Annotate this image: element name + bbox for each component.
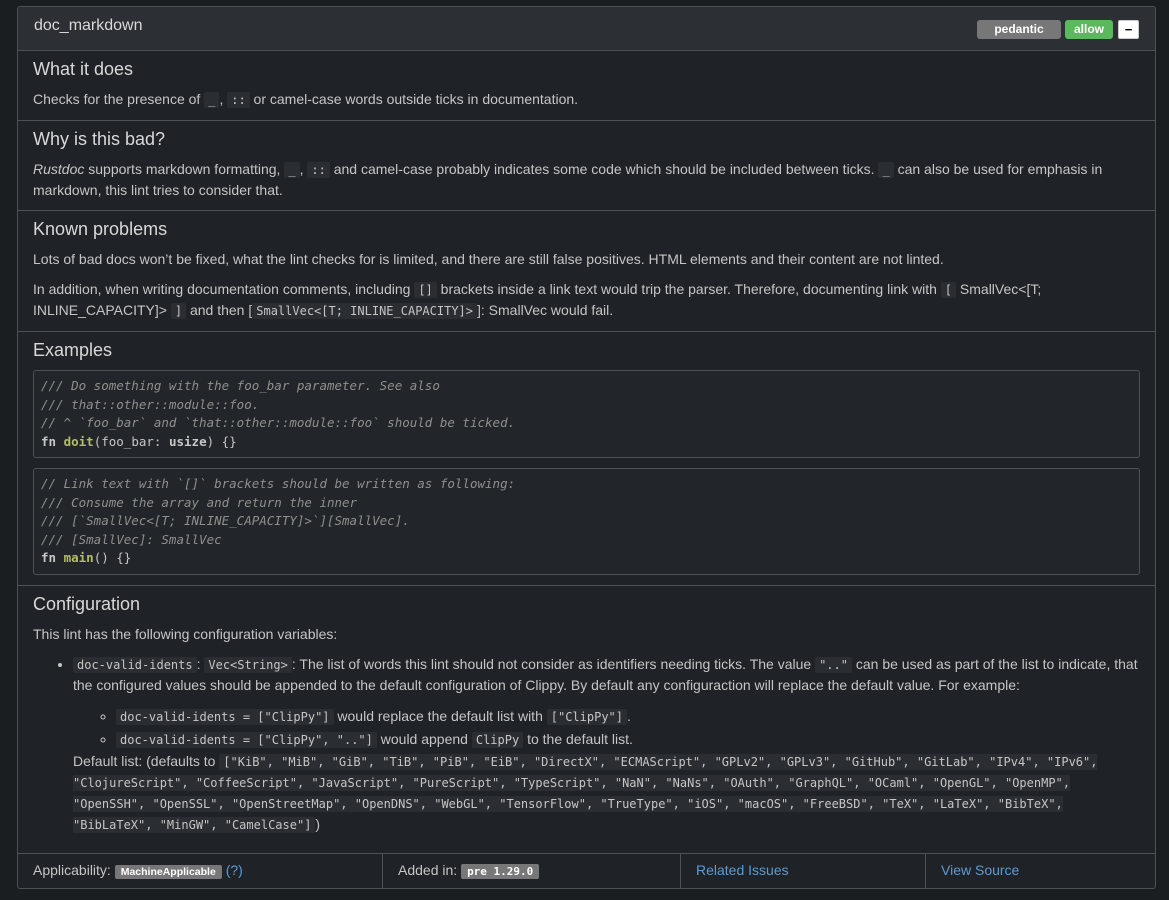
paragraph: Lots of bad docs won’t be fixed, what th…	[33, 251, 944, 267]
inline-code: doc-valid-idents	[73, 656, 197, 673]
lint-title: doc_markdown	[34, 17, 143, 34]
text: Default list: (defaults to	[73, 752, 220, 769]
section-heading: Known problems	[33, 219, 168, 239]
added-in-cell: Added in: pre 1.29.0	[383, 854, 681, 888]
inline-code: []	[414, 282, 437, 298]
lint-badges: pedantic allow −	[977, 20, 1139, 39]
paragraph: This lint has the following configuratio…	[33, 625, 338, 642]
paragraph: Rustdoc supports markdown formatting, _,…	[33, 159, 1140, 200]
inline-code: doc-valid-idents = ["ClipPy"]	[116, 708, 334, 725]
code-comment: /// [`SmallVec<[T; INLINE_CAPACITY]>`][S…	[41, 513, 410, 528]
text: to the default list.	[523, 730, 633, 747]
list-item: doc-valid-idents: Vec<String>: The list …	[73, 654, 1140, 835]
section-heading: Configuration	[33, 593, 141, 614]
group-badge: pedantic	[977, 20, 1061, 39]
code-comment: /// that::other::module::foo.	[41, 396, 260, 412]
view-source-cell: View Source	[926, 854, 1155, 888]
inline-code: Vec<String>	[204, 656, 292, 673]
code-comment: /// Do something with the foo_bar parame…	[41, 378, 440, 393]
code-comment: /// Consume the array and return the inn…	[41, 494, 358, 510]
level-badge: allow	[1065, 20, 1113, 39]
text: In addition, when writing documentation …	[33, 281, 415, 297]
text: and then [	[186, 302, 253, 318]
code-comment: /// [SmallVec]: SmallVec	[41, 531, 222, 547]
text: would replace the default list with	[333, 707, 547, 724]
related-issues-link[interactable]: Related Issues	[696, 862, 789, 878]
section-configuration: Configuration This lint has the followin…	[18, 586, 1155, 845]
section-heading: What it does	[33, 59, 134, 79]
inline-code: ".."	[815, 656, 852, 673]
inline-code: _	[878, 162, 894, 178]
default-list: Default list: (defaults to ["KiB", "MiB"…	[73, 751, 1140, 835]
code-text: (foo_bar:	[93, 433, 169, 449]
inline-code: ]	[170, 303, 187, 319]
code-text: () {}	[93, 550, 132, 565]
lint-footer: Applicability: MachineApplicable (?) Add…	[18, 853, 1155, 888]
code-function: doit	[63, 433, 94, 449]
related-issues-cell: Related Issues	[681, 854, 926, 888]
code-block: /// Do something with the foo_bar parame…	[33, 370, 1140, 458]
config-example-list: doc-valid-idents = ["ClipPy"] would repl…	[73, 705, 1140, 751]
code-block: // Link text with `[]` brackets should b…	[33, 468, 1140, 575]
section-heading: Why is this bad?	[33, 129, 166, 149]
inline-code: [	[940, 282, 957, 298]
section-why-bad: Why is this bad? Rustdoc supports markdo…	[18, 121, 1155, 211]
inline-code: ::	[227, 92, 250, 108]
version-badge: pre 1.29.0	[461, 864, 540, 879]
text: : The list of words this lint should not…	[291, 655, 816, 672]
inline-code: _	[284, 162, 300, 178]
section-what-it-does: What it does Checks for the presence of …	[18, 51, 1155, 121]
lint-header: doc_markdown pedantic allow −	[18, 7, 1155, 51]
added-in-label: Added in:	[398, 862, 462, 878]
list-item: doc-valid-idents = ["ClipPy", ".."] woul…	[116, 728, 1140, 751]
applicability-badge: MachineApplicable	[114, 865, 222, 879]
list-item: doc-valid-idents = ["ClipPy"] would repl…	[116, 705, 1140, 728]
applicability-cell: Applicability: MachineApplicable (?)	[18, 854, 383, 888]
collapse-toggle-button[interactable]: −	[1118, 20, 1139, 39]
code-keyword: fn	[41, 550, 57, 565]
inline-code: SmallVec<[T; INLINE_CAPACITY]>	[252, 303, 477, 319]
code-function: main	[63, 550, 94, 565]
code-keyword: fn	[41, 433, 57, 449]
inline-code: ["KiB", "MiB", "GiB", "TiB", "PiB", "EiB…	[73, 753, 1098, 833]
section-known-problems: Known problems Lots of bad docs won’t be…	[18, 211, 1155, 332]
applicability-help-link[interactable]: (?)	[226, 862, 243, 878]
section-examples: Examples /// Do something with the foo_b…	[18, 332, 1155, 586]
view-source-link[interactable]: View Source	[941, 862, 1019, 878]
applicability-label: Applicability:	[33, 862, 115, 878]
inline-code: ClipPy	[471, 731, 524, 748]
text: Checks for the presence of	[33, 91, 205, 107]
text: or camel-case words outside ticks in doc…	[249, 91, 579, 107]
inline-code: _	[204, 92, 220, 108]
text: brackets inside a link text would trip t…	[436, 281, 941, 297]
text: )	[315, 815, 321, 832]
section-heading: Examples	[33, 340, 113, 360]
lint-panel: doc_markdown pedantic allow − What it do…	[17, 6, 1156, 889]
text: supports markdown formatting,	[84, 161, 285, 177]
inline-code: doc-valid-idents = ["ClipPy", ".."]	[116, 731, 377, 748]
code-comment: // ^ `foo_bar` and `that::other::module:…	[41, 415, 516, 430]
text: would append	[376, 730, 472, 747]
code-comment: // Link text with `[]` brackets should b…	[41, 476, 516, 491]
config-list: doc-valid-idents: Vec<String>: The list …	[33, 654, 1140, 835]
code-text: ) {}	[206, 433, 237, 449]
text: .	[627, 707, 631, 724]
code-type: usize	[168, 433, 207, 449]
paragraph: In addition, when writing documentation …	[33, 279, 1140, 321]
paragraph: Checks for the presence of _, :: or came…	[33, 89, 1140, 110]
text: ]: SmallVec would fail.	[477, 302, 614, 318]
emphasis: Rustdoc	[33, 161, 85, 177]
text: and camel-case probably indicates some c…	[329, 161, 879, 177]
inline-code: ::	[307, 162, 330, 178]
inline-code: ["ClipPy"]	[546, 708, 627, 725]
